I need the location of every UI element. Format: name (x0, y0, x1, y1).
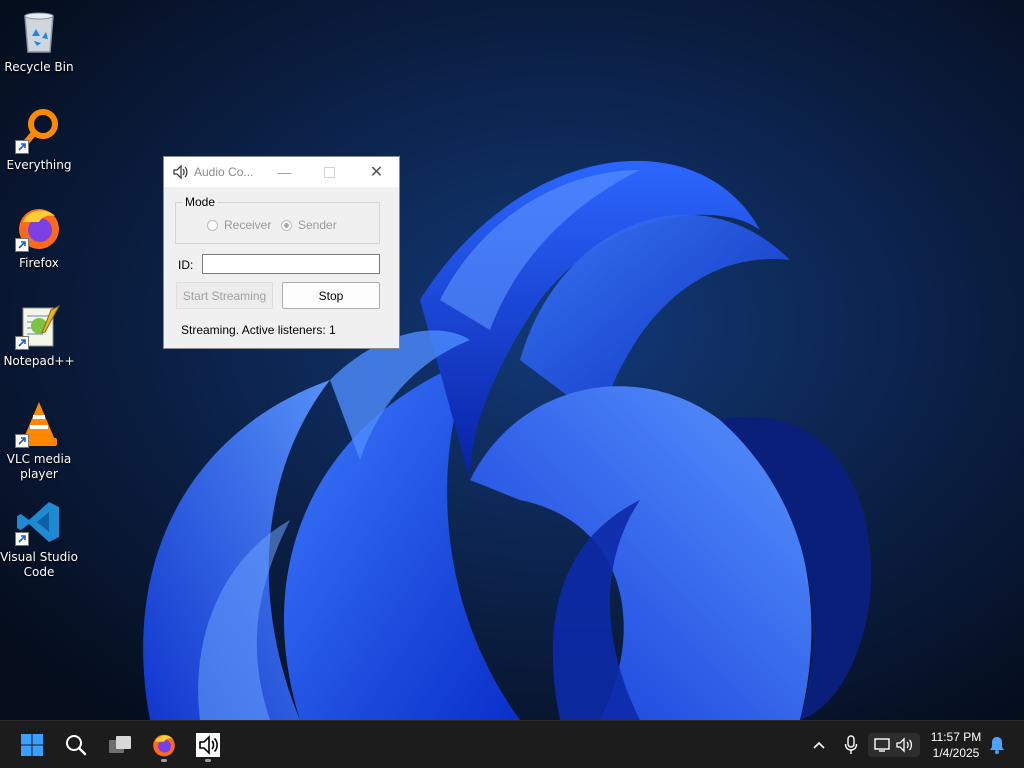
clock-date: 1/4/2025 (932, 746, 980, 760)
running-indicator (161, 759, 167, 762)
desktop-icon-label: Everything (6, 158, 72, 172)
desktop-icon-label: Notepad++ (3, 354, 75, 368)
id-label: ID: (178, 258, 194, 272)
taskbar-audio-app[interactable] (190, 727, 226, 763)
stop-button[interactable]: Stop (282, 282, 380, 309)
clock-time: 11:57 PM (930, 730, 982, 744)
close-icon: ✕ (369, 164, 384, 181)
desktop-icon-notepad-plus-plus[interactable]: Notepad++ (0, 302, 78, 369)
chevron-up-icon (813, 741, 825, 749)
running-indicator (205, 759, 211, 762)
desktop-icon-label: Visual Studio Code (0, 550, 78, 579)
taskbar: 11:57 PM 1/4/2025 (0, 720, 1024, 768)
notifications-button[interactable] (986, 733, 1008, 757)
close-button[interactable]: ✕ (354, 157, 399, 187)
start-button[interactable] (14, 727, 50, 763)
vscode-icon (15, 498, 63, 546)
notepad-plus-plus-icon (15, 302, 63, 350)
status-text: Streaming. Active listeners: 1 (181, 323, 336, 337)
id-field[interactable] (202, 254, 380, 274)
show-hidden-icons-button[interactable] (808, 733, 830, 757)
vlc-icon (15, 400, 63, 448)
window-title: Audio Co... (194, 165, 254, 179)
microphone-button[interactable] (840, 733, 862, 757)
task-view-button[interactable] (102, 727, 138, 763)
shortcut-arrow-icon (15, 532, 29, 546)
taskbar-firefox[interactable] (146, 727, 182, 763)
shortcut-arrow-icon (15, 140, 29, 154)
recycle-bin-icon (15, 8, 63, 56)
window-titlebar[interactable]: Audio Co... — ✕ (164, 157, 399, 187)
sender-radio[interactable]: Sender (281, 218, 337, 232)
start-icon (21, 734, 43, 756)
mode-groupbox: Mode Receiver Sender (175, 195, 380, 244)
maximize-icon (324, 166, 335, 178)
desktop-icon-vscode[interactable]: Visual Studio Code (0, 498, 78, 580)
desktop-icon-label: Recycle Bin (4, 60, 74, 74)
radio-circle-icon (207, 219, 218, 231)
receiver-radio[interactable]: Receiver (207, 218, 271, 232)
receiver-radio-label: Receiver (224, 218, 272, 232)
speaker-icon (173, 164, 188, 180)
network-icon (874, 738, 890, 752)
mode-label: Mode (183, 195, 218, 209)
desktop-icon-firefox[interactable]: Firefox (0, 204, 78, 271)
desktop-icon-label: Firefox (19, 256, 59, 270)
audio-app-window[interactable]: Audio Co... — ✕ Mode Receiver Sender ID:… (163, 156, 400, 349)
shortcut-arrow-icon (15, 434, 29, 448)
firefox-icon (15, 204, 63, 252)
quick-settings-button[interactable] (868, 733, 920, 757)
desktop-icon-vlc[interactable]: VLC media player (0, 400, 78, 482)
notification-bell-icon (990, 737, 1004, 754)
minimize-icon: — (277, 164, 292, 180)
shortcut-arrow-icon (15, 336, 29, 350)
shortcut-arrow-icon (15, 238, 29, 252)
taskbar-clock[interactable]: 11:57 PM 1/4/2025 (924, 729, 988, 761)
start-streaming-button[interactable]: Start Streaming (176, 282, 273, 309)
desktop-icon-recycle-bin[interactable]: Recycle Bin (0, 8, 78, 75)
sender-radio-label: Sender (298, 218, 337, 232)
microphone-icon (844, 735, 858, 754)
desktop-wallpaper (0, 0, 1024, 720)
minimize-button[interactable]: — (262, 157, 307, 187)
audio-app-icon (196, 733, 220, 757)
radio-selected-icon (281, 219, 292, 231)
search-icon (66, 735, 87, 756)
task-view-icon (109, 736, 131, 753)
speaker-icon (896, 737, 913, 753)
desktop-icon-label: VLC media player (6, 452, 72, 481)
search-button[interactable] (58, 727, 94, 763)
maximize-button[interactable] (307, 157, 352, 187)
firefox-icon (153, 734, 175, 757)
everything-search-icon (15, 106, 63, 154)
desktop-icon-everything[interactable]: Everything (0, 106, 78, 173)
